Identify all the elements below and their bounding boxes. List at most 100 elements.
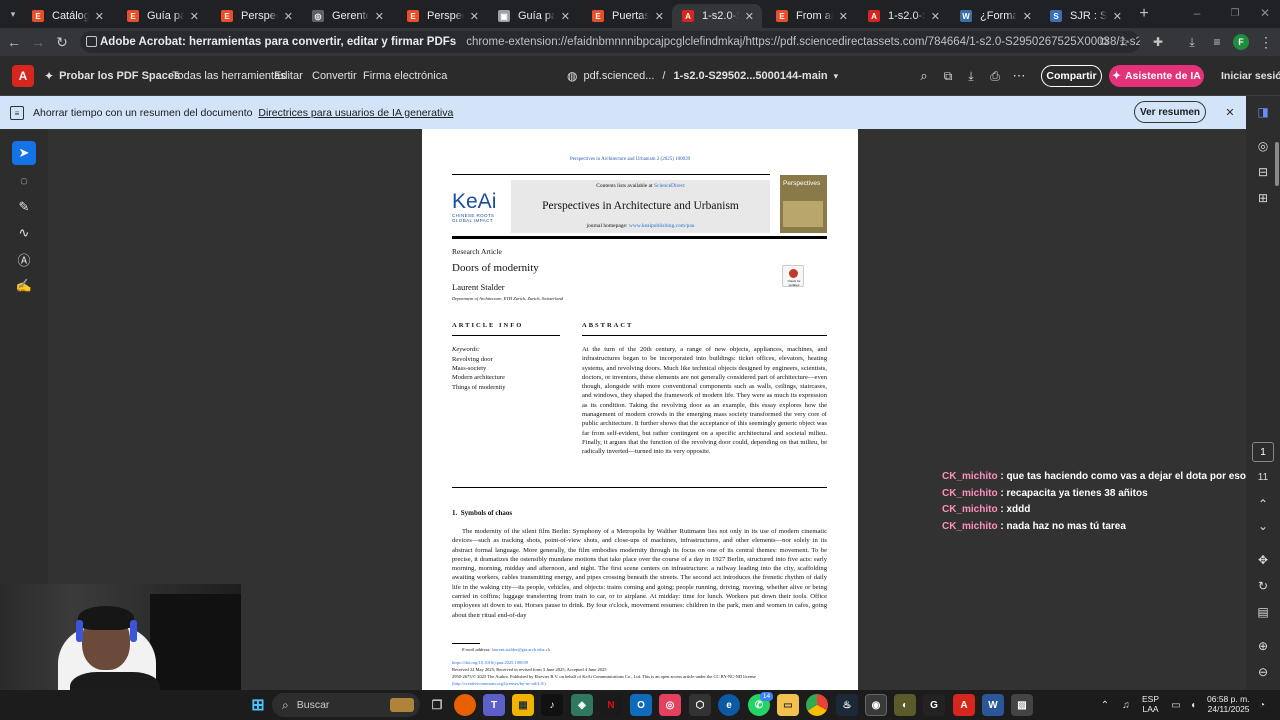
volume-icon[interactable]: ◖ [1186, 698, 1200, 712]
tab-close-icon[interactable]: ✕ [470, 10, 479, 23]
tab-close-icon[interactable]: ✕ [561, 10, 570, 23]
text-select-icon[interactable]: Ⓐ [12, 247, 36, 271]
tab-close-icon[interactable]: ✕ [1113, 10, 1122, 23]
bookmark-star-icon[interactable]: ☆ [1114, 32, 1134, 52]
browser-tab[interactable]: ◎ Gerente Edit ✕ [302, 4, 392, 28]
page-tools-icon[interactable]: ▤ [1253, 602, 1273, 622]
tab-close-icon[interactable]: ✕ [284, 10, 293, 23]
tab-close-icon[interactable]: ✕ [95, 10, 104, 23]
steam-icon[interactable]: ♨ [836, 694, 858, 716]
freehand-lasso-icon[interactable]: ∿ [12, 221, 36, 245]
photos-icon[interactable]: ▨ [1011, 694, 1033, 716]
notifications-icon[interactable]: ◔ [1255, 698, 1269, 712]
sciencedirect-link[interactable]: ScienceDirect [654, 183, 685, 189]
network-icon[interactable]: ▭ [1169, 698, 1183, 712]
acrobat-logo-icon[interactable]: A [12, 65, 34, 87]
browser-tab[interactable]: S SJR : Scienti ✕ [1040, 4, 1130, 28]
tab-close-icon[interactable]: ✕ [190, 10, 199, 23]
ai-assistant-button[interactable]: ✦ Asistente de IA [1109, 65, 1204, 87]
check-for-updates-badge[interactable]: Check for updates [782, 265, 804, 287]
netflix-icon[interactable]: N [600, 694, 622, 716]
sign-edit-icon[interactable]: ✍ [12, 274, 36, 298]
browser-tab[interactable]: E Puertas de la ✕ [582, 4, 672, 28]
tray-chevron-icon[interactable]: ⌃ [1098, 698, 1112, 712]
sign-in-button[interactable]: Iniciar sesión [1221, 56, 1280, 96]
select-tool-icon[interactable]: ➤ [12, 141, 36, 165]
view-summary-button[interactable]: Ver resumen [1134, 101, 1206, 123]
comment-tool-icon[interactable]: ◌ [12, 168, 36, 192]
rotate-icon[interactable]: ↻ [1253, 576, 1273, 596]
profile-avatar[interactable]: F [1233, 34, 1249, 50]
browser-tab[interactable]: A 1-s2.0-S295 ✕ [672, 4, 762, 28]
scrollbar-thumb[interactable] [1275, 142, 1279, 186]
minimize-icon[interactable]: – [1190, 6, 1204, 20]
draw-pen-icon[interactable]: ✎ [12, 195, 36, 219]
store-icon[interactable]: ▦ [512, 694, 534, 716]
tab-search-icon[interactable]: ▾ [6, 7, 20, 21]
close-window-icon[interactable]: ✕ [1258, 6, 1272, 20]
word-icon[interactable]: W [982, 694, 1004, 716]
edge-icon[interactable]: e [718, 694, 740, 716]
maps-icon[interactable]: ◈ [571, 694, 593, 716]
browser-tab[interactable]: A 1-s2.0-S295 ✕ [858, 4, 948, 28]
author-email-link[interactable]: laurent.stalder@gta.arch.ethz.ch. [492, 647, 551, 652]
tab-close-icon[interactable]: ✕ [655, 10, 664, 23]
running-head[interactable]: Perspectives in Architecture and Urbanis… [570, 157, 690, 162]
bookmarks-panel-icon[interactable]: ⊟ [1253, 162, 1273, 182]
thumbnails-panel-icon[interactable]: ⊞ [1253, 188, 1273, 208]
clock[interactable]: 06:58 p. m. 24/11/2025 [1207, 694, 1250, 714]
doi-link[interactable]: https://doi.org/10.1016/j.pau.2025.10003… [452, 660, 528, 665]
close-banner-icon[interactable]: ✕ [1223, 105, 1237, 119]
search-icon[interactable]: ⌕ [916, 68, 932, 84]
current-page-number[interactable]: 1 [1252, 442, 1274, 462]
back-icon[interactable]: ← [4, 32, 24, 52]
maximize-icon[interactable]: ❐ [1228, 6, 1242, 20]
menu-all-tools[interactable]: Todas las herramientas [172, 56, 286, 96]
windows-start-icon[interactable]: ⊞ [247, 694, 269, 716]
language-indicator[interactable]: ESP LAA [1142, 694, 1159, 714]
new-tab-icon[interactable]: + [1136, 5, 1152, 22]
journal-homepage-link[interactable]: www.keaipublishing.com/pau [629, 223, 695, 229]
instagram-icon[interactable]: ◎ [659, 694, 681, 716]
browser-tab[interactable]: W ¿Formato IM ✕ [950, 4, 1040, 28]
taskbar-search[interactable]: ⌕ Buscar [272, 693, 420, 717]
translate-icon[interactable]: ⧉ [1094, 32, 1114, 52]
outlook-icon[interactable]: O [630, 694, 652, 716]
share-button[interactable]: Compartir [1041, 65, 1102, 87]
menu-e-signature[interactable]: Firma electrónica [363, 56, 447, 96]
teams-icon[interactable]: T [483, 694, 505, 716]
license-link[interactable]: (http://creativecommons.org/licenses/by-… [452, 681, 547, 686]
tab-close-icon[interactable]: ✕ [375, 10, 384, 23]
browser-tab[interactable]: E Guía para au ✕ [117, 4, 207, 28]
tab-close-icon[interactable]: ✕ [839, 10, 848, 23]
browser-menu-icon[interactable]: ⋮ [1256, 32, 1276, 52]
browser-tab[interactable]: ▣ Guía para au ✕ [488, 4, 578, 28]
zoom-in-icon[interactable]: ⊕ [1253, 636, 1273, 656]
reading-list-icon[interactable]: ≡ [1207, 32, 1227, 52]
app3-icon[interactable]: G [923, 694, 945, 716]
browser-tab[interactable]: E From archive ✕ [766, 4, 856, 28]
forward-icon[interactable]: → [28, 32, 48, 52]
tab-close-icon[interactable]: ✕ [1023, 10, 1032, 23]
zoom-out-icon[interactable]: ⊖ [1253, 662, 1273, 682]
page-up-icon[interactable]: ⌃ [1253, 494, 1273, 514]
obs-icon[interactable]: ◉ [865, 694, 887, 716]
browser-tab[interactable]: E Perspectives ✕ [211, 4, 301, 28]
app2-icon[interactable]: ◐ [894, 694, 916, 716]
page-down-icon[interactable]: ⌄ [1253, 516, 1273, 536]
app-icon[interactable]: ⬡ [689, 694, 711, 716]
page-view-icon[interactable]: ⧉ [940, 68, 956, 84]
tab-close-icon[interactable]: ✕ [745, 10, 754, 23]
fit-page-icon[interactable]: ✥ [1253, 550, 1273, 570]
menu-edit[interactable]: Editar [274, 56, 303, 96]
more-options-icon[interactable]: ⋯ [1011, 68, 1027, 84]
browser-tab[interactable]: E Perspectivas ✕ [397, 4, 487, 28]
menu-convert[interactable]: Convertir [312, 56, 357, 96]
chrome-icon[interactable] [806, 694, 828, 716]
browser-tab[interactable]: E Catálogo de ✕ [22, 4, 112, 28]
print-icon[interactable]: ⎙ [987, 68, 1003, 84]
tiktok-icon[interactable]: ♪ [541, 694, 563, 716]
file-explorer-icon[interactable]: ▭ [777, 694, 799, 716]
tab-close-icon[interactable]: ✕ [931, 10, 940, 23]
download-pdf-icon[interactable]: ⤓ [963, 68, 979, 84]
